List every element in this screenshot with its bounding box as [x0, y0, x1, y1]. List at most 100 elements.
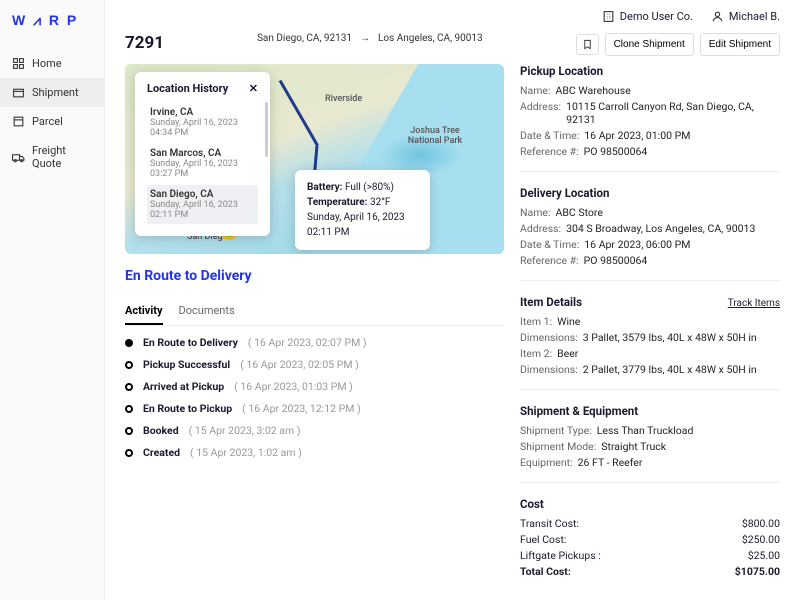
- company-name: Demo User Co.: [620, 10, 693, 23]
- location-city: Irvine, CA: [150, 107, 255, 118]
- status-dot: [125, 449, 133, 457]
- label: Item 1:: [520, 315, 552, 328]
- building-icon: [602, 10, 615, 23]
- label: Transit Cost:: [520, 517, 579, 530]
- map-label: Joshua Tree National Park: [405, 126, 465, 146]
- value: Straight Truck: [601, 440, 666, 453]
- tab-documents[interactable]: Documents: [179, 298, 235, 325]
- bookmark-button[interactable]: [576, 34, 599, 55]
- shipment-status: En Route to Delivery: [125, 268, 504, 284]
- label: Shipment Type:: [520, 424, 592, 437]
- label: Date & Time:: [520, 129, 579, 142]
- value: ABC Store: [556, 206, 603, 219]
- activity-time: ( 15 Apr 2023, 1:02 am ): [190, 446, 302, 459]
- label: Liftgate Pickups :: [520, 549, 601, 562]
- location-item[interactable]: Irvine, CA Sunday, April 16, 2023 04:34 …: [147, 103, 258, 142]
- location-item[interactable]: San Marcos, CA Sunday, April 16, 2023 03…: [147, 144, 258, 183]
- sensor-time: Sunday, April 16, 2023 02:11 PM: [307, 210, 418, 240]
- activity-list: En Route to Delivery ( 16 Apr 2023, 02:0…: [125, 336, 504, 459]
- sensor-popup: Battery: Full (>80%) Temperature: 32°F S…: [295, 170, 430, 250]
- nav-freight-quote[interactable]: Freight Quote: [0, 136, 104, 178]
- map[interactable]: Riverside Joshua Tree National Park San …: [125, 64, 504, 254]
- bookmark-icon: [582, 39, 593, 50]
- label: Date & Time:: [520, 238, 579, 251]
- nav-label: Freight Quote: [32, 144, 92, 170]
- user-menu[interactable]: Michael B.: [711, 10, 780, 23]
- activity-time: ( 16 Apr 2023, 02:07 PM ): [248, 336, 367, 349]
- location-item[interactable]: San Diego, CA Sunday, April 16, 2023 02:…: [147, 185, 258, 224]
- value: 3 Pallet, 3579 lbs, 40L x 48W x 50H in: [583, 331, 757, 344]
- location-city: San Marcos, CA: [150, 148, 255, 159]
- value: PO 98500064: [584, 145, 648, 158]
- value: Wine: [557, 315, 580, 328]
- clone-button[interactable]: Clone Shipment: [605, 33, 694, 56]
- popup-title: Location History: [147, 82, 228, 95]
- activity-time: ( 16 Apr 2023, 02:05 PM ): [240, 358, 359, 371]
- close-icon[interactable]: ✕: [249, 82, 258, 95]
- location-time: Sunday, April 16, 2023 03:27 PM: [150, 159, 255, 179]
- status-dot: [125, 427, 133, 435]
- package-icon: [12, 115, 25, 128]
- nav-label: Parcel: [32, 115, 63, 128]
- value: $250.00: [742, 533, 780, 546]
- location-history-popup: Location History ✕ Irvine, CA Sunday, Ap…: [135, 72, 270, 236]
- label: Shipment Mode:: [520, 440, 596, 453]
- grid-icon: [12, 57, 25, 70]
- nav-shipment[interactable]: Shipment: [0, 78, 104, 107]
- label: Address:: [520, 222, 561, 235]
- location-time: Sunday, April 16, 2023 04:34 PM: [150, 118, 255, 138]
- value: 304 S Broadway, Los Angeles, CA, 90013: [566, 222, 755, 235]
- section-title: Item Details: [520, 295, 582, 309]
- nav-home[interactable]: Home: [0, 49, 104, 78]
- route-summary: San Diego, CA, 92131 → Los Angeles, CA, …: [257, 33, 483, 44]
- label: Equipment:: [520, 456, 573, 469]
- brand-logo: W ⩘ R P: [0, 12, 104, 49]
- status-dot: [125, 383, 133, 391]
- shipment-id: 7291: [125, 33, 164, 53]
- section-title: Cost: [520, 497, 780, 511]
- label: Dimensions:: [520, 363, 578, 376]
- activity-time: ( 15 Apr 2023, 3:02 am ): [189, 424, 301, 437]
- nav-parcel[interactable]: Parcel: [0, 107, 104, 136]
- battery-value: Full (>80%): [345, 182, 394, 193]
- temp-label: Temperature:: [307, 197, 367, 208]
- edit-button[interactable]: Edit Shipment: [700, 33, 780, 56]
- value: 26 FT - Reefer: [578, 456, 643, 469]
- label: Address:: [520, 100, 561, 126]
- label: Name:: [520, 206, 551, 219]
- temp-value: 32°F: [370, 197, 391, 208]
- status-dot: [125, 405, 133, 413]
- activity-label: Booked: [143, 424, 179, 437]
- nav-label: Home: [32, 57, 62, 70]
- location-time: Sunday, April 16, 2023 02:11 PM: [150, 200, 255, 220]
- activity-item: Created ( 15 Apr 2023, 1:02 am ): [125, 446, 504, 459]
- activity-label: Created: [143, 446, 180, 459]
- activity-label: En Route to Pickup: [143, 402, 232, 415]
- tab-activity[interactable]: Activity: [125, 298, 163, 325]
- activity-time: ( 16 Apr 2023, 01:03 PM ): [234, 380, 353, 393]
- track-items-link[interactable]: Track Items: [728, 298, 780, 309]
- location-city: San Diego, CA: [150, 189, 255, 200]
- activity-item: En Route to Pickup ( 16 Apr 2023, 12:12 …: [125, 402, 504, 415]
- pickup-section: Pickup Location Name:ABC Warehouse Addre…: [520, 64, 780, 172]
- activity-label: Arrived at Pickup: [143, 380, 224, 393]
- scrollbar[interactable]: [265, 102, 268, 157]
- value: Less Than Truckload: [597, 424, 694, 437]
- label: Reference #:: [520, 145, 579, 158]
- battery-label: Battery:: [307, 182, 343, 193]
- origin: San Diego, CA, 92131: [257, 33, 352, 44]
- destination: Los Angeles, CA, 90013: [378, 33, 483, 44]
- label: Reference #:: [520, 254, 579, 267]
- label: Dimensions:: [520, 331, 578, 344]
- nav-label: Shipment: [32, 86, 79, 99]
- value: 16 Apr 2023, 06:00 PM: [584, 238, 690, 251]
- value: $800.00: [742, 517, 780, 530]
- company-switcher[interactable]: Demo User Co.: [602, 10, 693, 23]
- truck-icon: [12, 151, 25, 164]
- sidebar: W ⩘ R P Home Shipment Parcel Freight Quo…: [0, 0, 105, 600]
- section-title: Delivery Location: [520, 186, 780, 200]
- section-title: Pickup Location: [520, 64, 780, 78]
- status-dot: [125, 339, 133, 347]
- activity-time: ( 16 Apr 2023, 12:12 PM ): [242, 402, 361, 415]
- label: Name:: [520, 84, 551, 97]
